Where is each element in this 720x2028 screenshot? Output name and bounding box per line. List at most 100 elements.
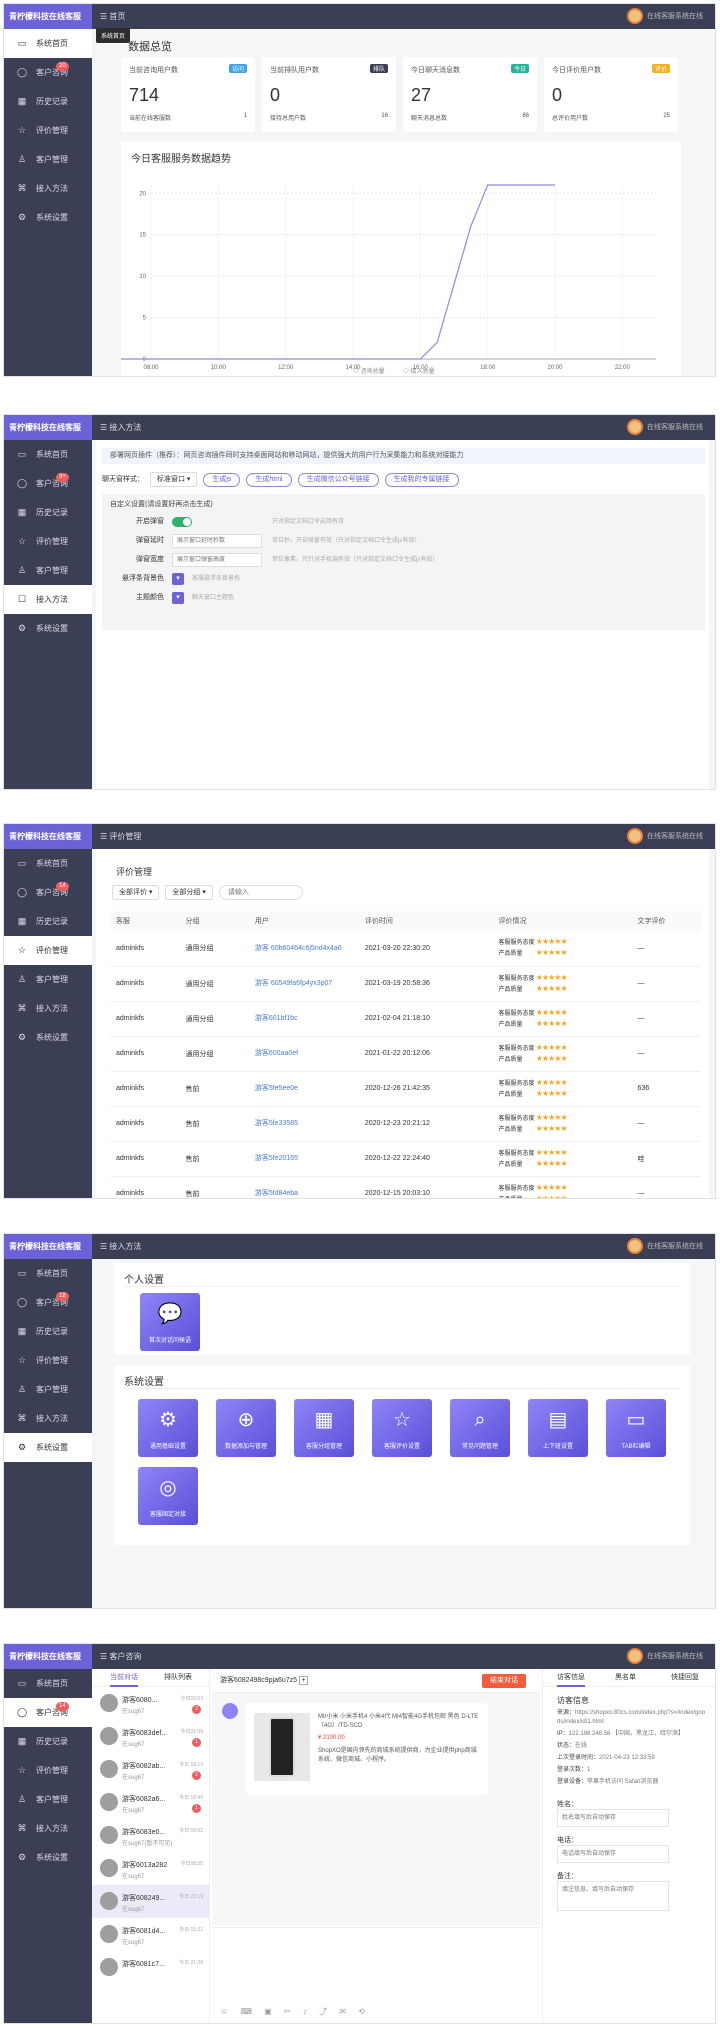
generate-my-link-button[interactable]: 生成我的专属链接 — [384, 473, 459, 487]
transfer-icon[interactable]: + — [299, 1676, 309, 1685]
settings-tile[interactable]: ▦ 客服分组管理 — [294, 1399, 354, 1457]
sidebar-item-consult[interactable]: ◯ 客户咨询 18 — [4, 1288, 92, 1317]
sidebar-item-rating[interactable]: ☆ 评价管理 — [4, 936, 92, 965]
settings-tile[interactable]: ⊕ 数据添加与管理 — [216, 1399, 276, 1457]
settings-tile[interactable]: ▤ 上下班设置 — [528, 1399, 588, 1457]
color-picker[interactable]: ▾ — [172, 592, 184, 604]
visitor-item[interactable]: 游客6080... 今日22:03 在sug67 2 — [92, 1687, 209, 1720]
sidebar-item-history[interactable]: ▦ 历史记录 — [4, 498, 92, 527]
sidebar-item-home[interactable]: ▭ 系统首页 — [4, 1259, 92, 1288]
settings-tile[interactable]: ◎ 客服固定对接 — [138, 1467, 198, 1525]
sidebar-item-access[interactable]: ⌘ 接入方法 — [4, 174, 92, 203]
visitor-item[interactable]: 游客6013a282 今日08:55 在sug67 — [92, 1852, 209, 1885]
visitor-item[interactable]: 游客6082a6... 今日 18:49 在sug67 1 — [92, 1786, 209, 1819]
table-row[interactable]: adminkfs 通用分组 游客 60b60464c6j5nd4x4a6 2021-0… — [110, 931, 701, 966]
sidebar-item-rating[interactable]: ☆ 评价管理 — [4, 116, 92, 145]
user-menu[interactable]: 在线客服系统在线 — [627, 1238, 703, 1255]
user-link[interactable]: 游客5fe33585 — [249, 1106, 359, 1141]
sidebar-item-history[interactable]: ▦ 历史记录 — [4, 87, 92, 116]
sidebar-item-home[interactable]: ▭ 系统首页 — [4, 440, 92, 469]
name-input[interactable] — [557, 1809, 669, 1827]
sidebar-item-consult[interactable]: ◯ 客户咨询 3+ — [4, 469, 92, 498]
visitor-item[interactable]: 游客608249... 今日 22:19 在sug67 — [92, 1885, 209, 1918]
search-input[interactable] — [218, 885, 303, 900]
user-menu[interactable]: 在线客服系统在线 — [627, 1648, 703, 1665]
phone-input[interactable] — [557, 1845, 669, 1863]
table-row[interactable]: adminkfs 售前 游客5fe5ee0e 2020-12-26 21:42:35 客… — [110, 1071, 701, 1106]
user-menu[interactable]: 在线客服系统在线 — [627, 8, 703, 25]
sidebar-item-customer[interactable]: ♙ 客户管理 — [4, 965, 92, 994]
tab-quick-reply[interactable]: 快捷回复 — [671, 1669, 699, 1687]
user-link[interactable]: 游客600aa0ef — [249, 1036, 359, 1071]
sidebar-item-access[interactable]: ⌘ 接入方法 — [4, 1404, 92, 1433]
user-menu[interactable]: 在线客服系统在线 — [627, 419, 703, 436]
sidebar-item-customer[interactable]: ♙ 客户管理 — [4, 556, 92, 585]
sidebar-item-customer[interactable]: ♙ 客户管理 — [4, 1785, 92, 1814]
sidebar-item-settings[interactable]: ⚙ 系统设置 — [4, 1433, 92, 1462]
sidebar-item-rating[interactable]: ☆ 评价管理 — [4, 1346, 92, 1375]
user-link[interactable]: 游客 60549fa6fp4yx3p07 — [249, 966, 359, 1001]
settings-tile[interactable]: ▭ TAB栏编辑 — [606, 1399, 666, 1457]
popup-height-input[interactable] — [172, 553, 262, 567]
sidebar-item-home[interactable]: ▭ 系统首页 — [4, 29, 92, 58]
visitor-item[interactable]: 游客6082ab... 今日 18:13 在sug67 2 — [92, 1753, 209, 1786]
sidebar-item-access[interactable]: ☐ 接入方法 — [4, 585, 92, 614]
rating-filter-select[interactable]: 全部评价 ▾ — [112, 885, 160, 900]
color-picker[interactable]: ▾ — [172, 573, 184, 585]
table-row[interactable]: adminkfs 通用分组 游客600aa0ef 2021-01-22 20:12:0… — [110, 1036, 701, 1071]
generate-html-button[interactable]: 生成html — [246, 473, 292, 487]
home-icon: ▭ — [17, 1678, 27, 1688]
sidebar-item-history[interactable]: ▦ 历史记录 — [4, 1317, 92, 1346]
sidebar-item-home[interactable]: ▭ 系统首页 — [4, 849, 92, 878]
sidebar-item-history[interactable]: ▦ 历史记录 — [4, 1727, 92, 1756]
sidebar-item-rating[interactable]: ☆ 评价管理 — [4, 527, 92, 556]
generate-js-button[interactable]: 生成js — [203, 473, 241, 487]
settings-tile[interactable]: ⌕ 常见问题管理 — [450, 1399, 510, 1457]
sidebar-item-history[interactable]: ▦ 历史记录 — [4, 907, 92, 936]
greeting-tile[interactable]: 💬 首次对话问候语 — [140, 1293, 200, 1351]
sidebar-item-access[interactable]: ⌘ 接入方法 — [4, 994, 92, 1023]
style-select[interactable]: 标准窗口 ▾ — [149, 472, 198, 487]
sidebar-item-rating[interactable]: ☆ 评价管理 — [4, 1756, 92, 1785]
tab-queue[interactable]: 排队列表 — [164, 1669, 192, 1687]
sidebar-item-consult[interactable]: ◯ 客户咨询 14 — [4, 1698, 92, 1727]
visitor-item[interactable]: 游客6081d4... 今日 15:21 在sug67 — [92, 1918, 209, 1951]
table-row[interactable]: adminkfs 通用分组 游客601bf1bc 2021-02-04 21:18:1… — [110, 1001, 701, 1036]
table-row[interactable]: adminkfs 售前 游客5fd84eba 2020-12-15 20:03:10 客… — [110, 1176, 701, 1199]
user-link[interactable]: 游客601bf1bc — [249, 1001, 359, 1036]
user-link[interactable]: 游客 60b60464c6j5nd4x4a6 — [249, 931, 359, 966]
sidebar-item-settings[interactable]: ⚙ 系统设置 — [4, 1843, 92, 1872]
group-filter-select[interactable]: 全部分组 ▾ — [165, 885, 213, 900]
visitor-item[interactable]: 游客6083def... 今日21:59 在sug67 1 — [92, 1720, 209, 1753]
tab-blacklist[interactable]: 黑名单 — [615, 1669, 636, 1687]
settings-tile[interactable]: ☆ 客服评价设置 — [372, 1399, 432, 1457]
sidebar-item-customer[interactable]: ♙ 客户管理 — [4, 145, 92, 174]
sidebar-item-home[interactable]: ▭ 系统首页 — [4, 1669, 92, 1698]
sidebar-item-settings[interactable]: ⚙ 系统设置 — [4, 1023, 92, 1052]
table-row[interactable]: adminkfs 通用分组 游客 60549fa6fp4yx3p07 2021-03-… — [110, 966, 701, 1001]
tab-current[interactable]: 当前对话 — [110, 1669, 138, 1687]
product-message[interactable]: MI/小米 小米手机4 小米4代 MI4智能4G手机包邮 黑色 D-LTE（4G… — [246, 1703, 488, 1795]
sidebar-item-customer[interactable]: ♙ 客户管理 — [4, 1375, 92, 1404]
settings-tile[interactable]: ⚙ 通用基础设置 — [138, 1399, 198, 1457]
user-link[interactable]: 游客5fe5ee0e — [249, 1071, 359, 1106]
sidebar-item-consult[interactable]: ◯ 客户咨询 14 — [4, 878, 92, 907]
visitor-item[interactable]: 游客6083e0... 今日 09:02 在sug67(暂不可见) — [92, 1819, 209, 1852]
sidebar-item-access[interactable]: ⌘ 接入方法 — [4, 1814, 92, 1843]
user-menu[interactable]: 在线客服系统在线 — [627, 828, 703, 845]
tab-visitor-info[interactable]: 访客信息 — [557, 1669, 585, 1687]
visitor-item[interactable]: 游客6081c7... 今日 21:38 — [92, 1951, 209, 1984]
generate-wechat-link-button[interactable]: 生成微信公众号链接 — [297, 473, 379, 487]
sidebar-item-consult[interactable]: ◯ 客户咨询 20 — [4, 58, 92, 87]
user-link[interactable]: 游客5fe20165 — [249, 1141, 359, 1176]
sidebar-item-settings[interactable]: ⚙ 系统设置 — [4, 203, 92, 232]
note-input[interactable] — [557, 1881, 669, 1911]
user-link[interactable]: 游客5fd84eba — [249, 1176, 359, 1198]
table-row[interactable]: adminkfs 售前 游客5fe33585 2020-12-23 20:21:12 客… — [110, 1106, 701, 1141]
end-chat-button[interactable]: 结束对话 — [482, 1674, 526, 1688]
popup-toggle[interactable] — [172, 517, 192, 527]
table-row[interactable]: adminkfs 售前 游客5fe20165 2020-12-22 22:24:40 客… — [110, 1141, 701, 1176]
popup-delay-input[interactable] — [172, 534, 262, 548]
sidebar-item-settings[interactable]: ⚙ 系统设置 — [4, 614, 92, 643]
composer[interactable]: ☺ ⌨ ▣ ✂ ♪ ⤴ ✉ ⟲ — [212, 1927, 540, 2023]
